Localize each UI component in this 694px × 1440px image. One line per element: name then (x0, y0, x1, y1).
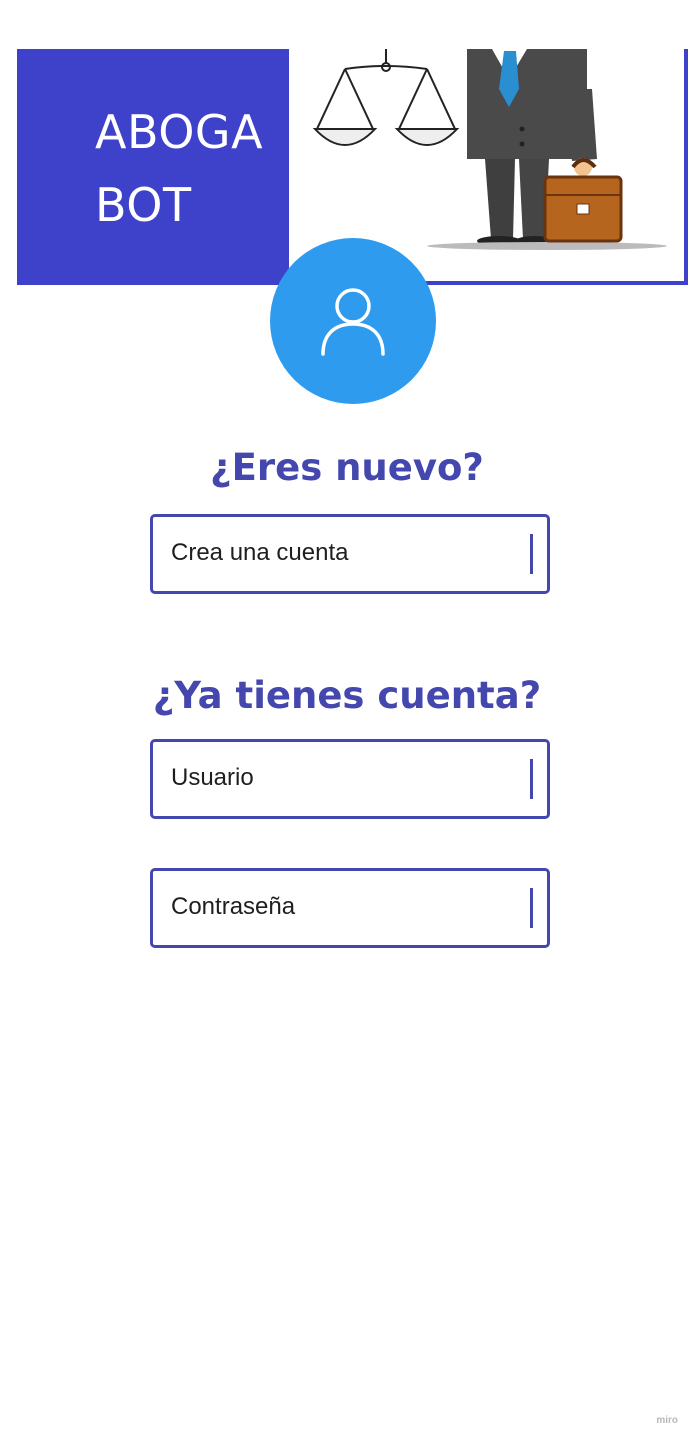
text-cursor (530, 888, 533, 928)
scales-icon (312, 49, 460, 146)
password-field[interactable]: Contraseña (150, 868, 550, 948)
signup-heading: ¿Eres nuevo? (210, 446, 484, 489)
create-account-button[interactable]: Crea una cuenta (150, 514, 550, 594)
watermark: miro (656, 1415, 678, 1426)
text-cursor (530, 759, 533, 799)
username-label: Usuario (171, 764, 254, 791)
user-avatar[interactable] (270, 238, 436, 404)
create-account-label: Crea una cuenta (171, 539, 349, 566)
brand-title-line-2: BOT (95, 178, 192, 232)
user-icon (321, 288, 385, 356)
brand-title-line-1: ABOGA (95, 105, 264, 159)
brand-panel: ABOGA BOT (17, 49, 287, 285)
text-cursor (530, 534, 533, 574)
username-field[interactable]: Usuario (150, 739, 550, 819)
password-label: Contraseña (171, 893, 296, 920)
lawyer-figure (427, 49, 667, 250)
login-heading: ¿Ya tienes cuenta? (152, 674, 542, 717)
